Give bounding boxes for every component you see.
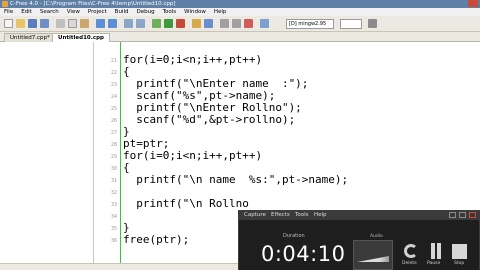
- stop-icon[interactable]: [452, 244, 467, 259]
- app-icon: [2, 1, 8, 7]
- audio-label: Audio: [370, 234, 383, 239]
- line-number: 33: [110, 202, 117, 208]
- undo-icon[interactable]: [96, 19, 105, 28]
- line-number: 32: [110, 190, 117, 196]
- breakpoint-icon[interactable]: [244, 19, 253, 28]
- code-line: free(ptr);: [123, 233, 190, 246]
- recorder-window: Capture Effects Tools Help Duration 0:04…: [238, 210, 480, 270]
- code-line: printf("\n name %s:",pt->name);: [123, 173, 349, 186]
- code-line: for(i=0;i<n;i++,pt++): [123, 53, 263, 66]
- menu-build[interactable]: Build: [111, 8, 133, 16]
- window-title: C-Free 4.0 - [C:\Program Files\C-Free 4\…: [10, 1, 176, 7]
- line-number-gutter: 21 22 23 24 25 26 27 28 29 30 31 32 33 3…: [95, 42, 119, 270]
- tab-bar: Untitled7.cpp* Untitled10.cpp: [0, 32, 480, 42]
- menu-debug[interactable]: Debug: [132, 8, 158, 16]
- close-icon[interactable]: [468, 0, 478, 7]
- tab-untitled7[interactable]: Untitled7.cpp*: [4, 33, 56, 42]
- step-into-icon[interactable]: [232, 19, 241, 28]
- compile-icon[interactable]: [152, 19, 161, 28]
- line-number: 35: [110, 226, 117, 232]
- recorder-menu-effects[interactable]: Effects: [271, 211, 290, 220]
- menu-project[interactable]: Project: [84, 8, 111, 16]
- line-number: 26: [110, 118, 117, 124]
- line-number: 36: [110, 238, 117, 244]
- recorder-menu-tools[interactable]: Tools: [295, 211, 309, 220]
- audio-meter-icon: [357, 256, 389, 262]
- line-number: 31: [110, 178, 117, 184]
- redo-icon[interactable]: [108, 19, 117, 28]
- menu-window[interactable]: Window: [180, 8, 210, 16]
- recorder-restore-icon[interactable]: [459, 212, 466, 218]
- menu-tools[interactable]: Tools: [159, 8, 181, 16]
- recorder-menu-help[interactable]: Help: [314, 211, 327, 220]
- debug-icon[interactable]: [204, 19, 213, 28]
- paste-icon[interactable]: [80, 19, 89, 28]
- audio-level-control[interactable]: [353, 240, 393, 270]
- replace-icon[interactable]: [136, 19, 145, 28]
- save-icon[interactable]: [28, 19, 37, 28]
- code-line: for(i=0;i<n;i++,pt++): [123, 149, 263, 162]
- minimize-icon[interactable]: [442, 0, 452, 7]
- line-number: 28: [110, 142, 117, 148]
- line-number: 23: [110, 82, 117, 88]
- step-over-icon[interactable]: [220, 19, 229, 28]
- line-number: 22: [110, 70, 117, 76]
- line-number: 34: [110, 214, 117, 220]
- help-icon[interactable]: [260, 19, 269, 28]
- duration-label: Duration: [283, 233, 305, 239]
- build-icon[interactable]: [192, 19, 201, 28]
- compiler-select[interactable]: [D] mingw2.95: [286, 19, 334, 29]
- line-number: 29: [110, 154, 117, 160]
- line-number: 21: [110, 58, 117, 64]
- cut-icon[interactable]: [56, 19, 65, 28]
- maximize-icon[interactable]: [455, 0, 465, 7]
- recorder-menu-capture[interactable]: Capture: [244, 211, 266, 220]
- pause-icon[interactable]: [429, 243, 443, 259]
- menu-help[interactable]: Help: [210, 8, 231, 16]
- toolbar: [D] mingw2.95: [0, 16, 480, 32]
- title-bar: C-Free 4.0 - [C:\Program Files\C-Free 4\…: [0, 0, 480, 8]
- menu-search[interactable]: Search: [36, 8, 63, 16]
- pause-label: Pause: [427, 261, 441, 266]
- window-controls: [442, 0, 478, 7]
- menu-view[interactable]: View: [63, 8, 84, 16]
- duration-timer: 0:04:10: [261, 242, 346, 266]
- line-number: 24: [110, 94, 117, 100]
- menu-edit[interactable]: Edit: [17, 8, 36, 16]
- line-number: 30: [110, 166, 117, 172]
- fold-line: [120, 42, 121, 270]
- open-folder-icon[interactable]: [16, 19, 25, 28]
- menu-file[interactable]: File: [0, 8, 17, 16]
- find-icon[interactable]: [124, 19, 133, 28]
- stop-label: Stop: [454, 261, 465, 266]
- recorder-body: Duration 0:04:10 Audio Delete Pause Stop: [239, 220, 479, 270]
- code-line: printf("\n Rollno: [123, 197, 249, 210]
- recorder-close-icon[interactable]: [469, 212, 476, 218]
- settings-icon[interactable]: [368, 19, 377, 28]
- line-number: 25: [110, 106, 117, 112]
- line-number: 27: [110, 130, 117, 136]
- delete-label: Delete: [402, 261, 417, 266]
- delete-icon[interactable]: [404, 244, 418, 258]
- code-line: scanf("%d",&pt->rollno);: [123, 113, 296, 126]
- config-select[interactable]: [340, 19, 362, 29]
- recorder-menu-bar: Capture Effects Tools Help: [239, 211, 479, 220]
- tab-untitled10[interactable]: Untitled10.cpp: [52, 33, 110, 42]
- run-icon[interactable]: [164, 19, 173, 28]
- copy-icon[interactable]: [68, 19, 77, 28]
- stop-icon[interactable]: [176, 19, 185, 28]
- file-list-panel[interactable]: [0, 42, 94, 270]
- new-file-icon[interactable]: [4, 19, 13, 28]
- menu-bar: File Edit Search View Project Build Debu…: [0, 8, 480, 16]
- recorder-minimize-icon[interactable]: [449, 212, 456, 218]
- save-all-icon[interactable]: [40, 19, 49, 28]
